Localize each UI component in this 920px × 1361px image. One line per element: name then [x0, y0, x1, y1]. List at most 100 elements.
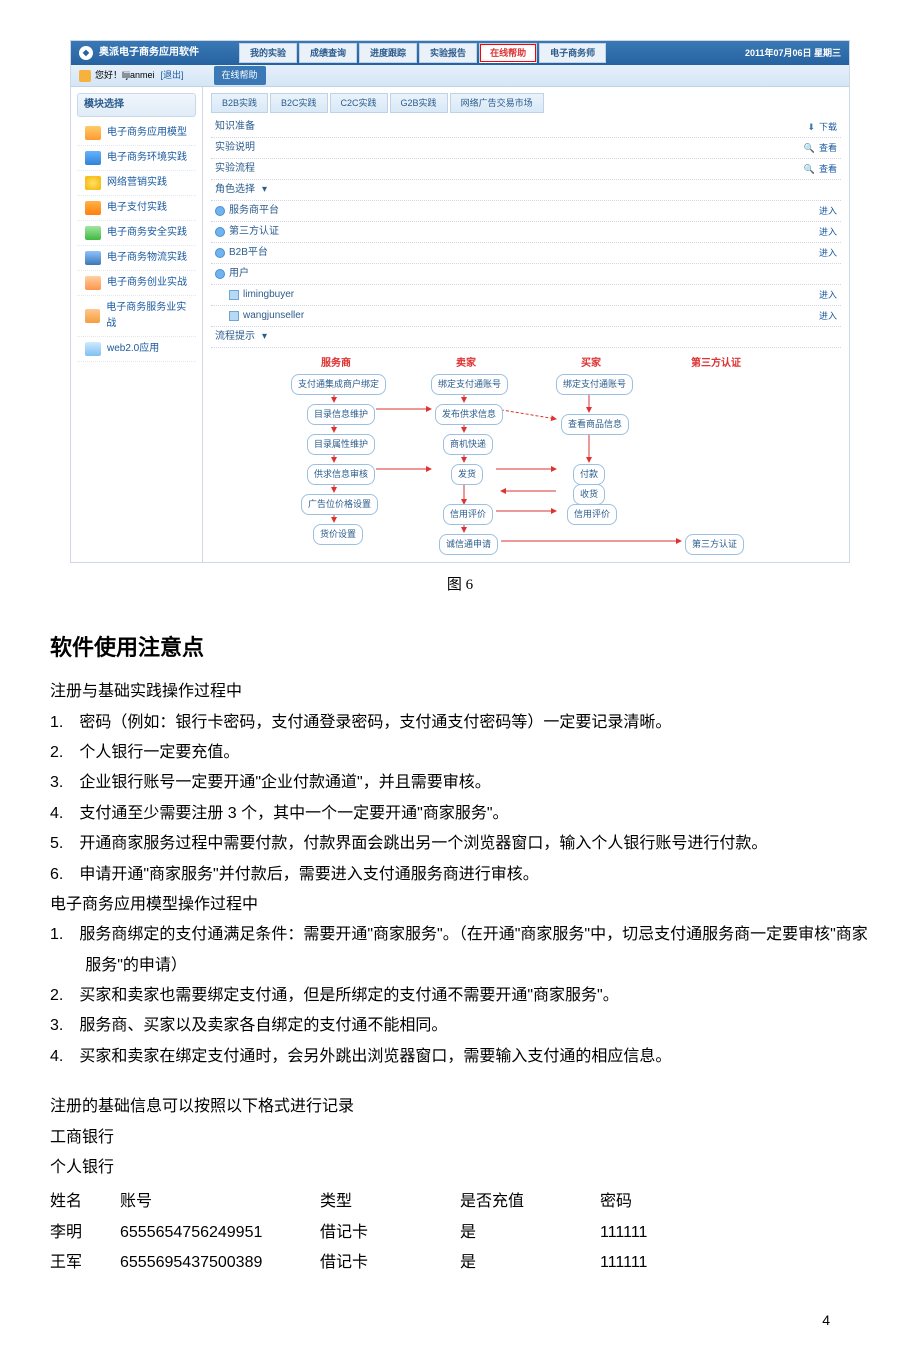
td: 借记卡 — [320, 1218, 460, 1248]
enter-link[interactable]: 进入 — [819, 288, 837, 302]
list-item: 4. 支付通至少需要注册 3 个，其中一个一定要开通"商家服务"。 — [50, 799, 870, 829]
app-header: ◆ 奥派电子商务应用软件 我的实验 成绩查询 进度跟踪 实验报告 在线帮助 电子… — [71, 41, 849, 65]
enter-link[interactable]: 进入 — [819, 246, 837, 260]
row-flow-hint[interactable]: 流程提示 — [211, 327, 841, 348]
fbox: 信用评价 — [443, 504, 493, 524]
panel-list: 知识准备 下载 实验说明 查看 实验流程 查看 角色选择 服务商平台 进入 — [211, 117, 841, 348]
subtab-admarket[interactable]: 网络广告交易市场 — [450, 93, 544, 113]
fbox: 绑定支付通账号 — [556, 374, 633, 394]
sidebar-item[interactable]: 电子商务创业实战 — [77, 271, 196, 296]
sidebar-item[interactable]: 电子商务环境实践 — [77, 146, 196, 171]
enter-link[interactable]: 进入 — [819, 309, 837, 323]
list-item: 1. 密码（例如：银行卡密码，支付通登录密码，支付通支付密码等）一定要记录清晰。 — [50, 708, 870, 738]
module-icon — [85, 151, 101, 165]
enter-link[interactable]: 进入 — [819, 204, 837, 218]
tab-report[interactable]: 实验报告 — [419, 43, 477, 63]
paragraph: 工商银行 — [50, 1123, 870, 1153]
fbox: 发布供求信息 — [435, 404, 503, 424]
person-icon — [229, 290, 239, 300]
sub-tabs: B2B实践 B2C实践 C2C实践 G2B实践 网络广告交易市场 — [211, 93, 841, 113]
subtab-c2c[interactable]: C2C实践 — [330, 93, 388, 113]
list-item: 1. 服务商绑定的支付通满足条件：需要开通"商家服务"。（在开通"商家服务"中，… — [50, 920, 870, 981]
row-user-buyer: limingbuyer 进入 — [211, 285, 841, 306]
tab-ecommerce-exam[interactable]: 电子商务师 — [539, 43, 606, 63]
fbox: 目录属性维护 — [307, 434, 375, 454]
node-icon — [215, 269, 225, 279]
sidebar-item[interactable]: 电子商务服务业实战 — [77, 296, 196, 337]
td: 6555654756249951 — [120, 1218, 320, 1248]
sidebar-item-label: 电子商务物流实践 — [107, 250, 187, 266]
subtab-b2c[interactable]: B2C实践 — [270, 93, 328, 113]
figure-caption: 图 6 — [50, 573, 870, 597]
table-head-row: 姓名 账号 类型 是否充值 密码 — [50, 1187, 870, 1217]
fbox: 查看商品信息 — [561, 414, 629, 434]
tab-my-exp[interactable]: 我的实验 — [239, 43, 297, 63]
list-item: 2. 买家和卖家也需要绑定支付通，但是所绑定的支付通不需要开通"商家服务"。 — [50, 981, 870, 1011]
node-icon — [215, 248, 225, 258]
tab-progress[interactable]: 进度跟踪 — [359, 43, 417, 63]
logout-link[interactable]: [退出] — [161, 68, 184, 82]
info-table: 姓名 账号 类型 是否充值 密码 李明6555654756249951借记卡是1… — [50, 1187, 870, 1278]
module-icon — [85, 342, 101, 356]
fbox: 第三方认证 — [685, 534, 744, 554]
td: 6555695437500389 — [120, 1248, 320, 1278]
module-icon — [85, 226, 101, 240]
main-panel: B2B实践 B2C实践 C2C实践 G2B实践 网络广告交易市场 知识准备 下载… — [203, 87, 849, 562]
td: 111111 — [600, 1218, 720, 1248]
tab-score[interactable]: 成绩查询 — [299, 43, 357, 63]
ordered-list: 1. 服务商绑定的支付通满足条件：需要开通"商家服务"。（在开通"商家服务"中，… — [50, 920, 870, 1072]
fbox: 广告位价格设置 — [301, 494, 378, 514]
sidebar: 模块选择 电子商务应用模型电子商务环境实践网络营销实践电子支付实践电子商务安全实… — [71, 87, 203, 562]
app-screenshot: ◆ 奥派电子商务应用软件 我的实验 成绩查询 进度跟踪 实验报告 在线帮助 电子… — [70, 40, 850, 563]
row-desc: 实验说明 查看 — [211, 138, 841, 159]
download-link[interactable]: 下载 — [807, 120, 837, 134]
module-icon — [85, 276, 101, 290]
list-item: 5. 开通商家服务过程中需要付款，付款界面会跳出另一个浏览器窗口，输入个人银行账… — [50, 829, 870, 859]
fbox: 发货 — [451, 464, 483, 484]
paragraph: 电子商务应用模型操作过程中 — [50, 890, 870, 920]
app-title: 奥派电子商务应用软件 — [99, 45, 199, 61]
sidebar-item[interactable]: 电子商务应用模型 — [77, 121, 196, 146]
subtab-g2b[interactable]: G2B实践 — [390, 93, 448, 113]
row-b2b-platform: B2B平台 进入 — [211, 243, 841, 264]
page-number: 4 — [50, 1309, 870, 1331]
fbox: 诚信通申请 — [439, 534, 498, 554]
sidebar-item-label: 电子商务环境实践 — [107, 150, 187, 166]
module-icon — [85, 126, 101, 140]
list-item: 2. 个人银行一定要充值。 — [50, 738, 870, 768]
row-flow: 实验流程 查看 — [211, 159, 841, 180]
fbox: 付款 — [573, 464, 605, 484]
app-logo-icon: ◆ — [79, 46, 93, 60]
fbox: 信用评价 — [567, 504, 617, 524]
node-icon — [215, 206, 225, 216]
sidebar-item[interactable]: web2.0应用 — [77, 337, 196, 362]
sidebar-item-label: 电子商务安全实践 — [107, 225, 187, 241]
view-link[interactable]: 查看 — [804, 141, 837, 155]
th: 姓名 — [50, 1187, 120, 1217]
view-link[interactable]: 查看 — [804, 162, 837, 176]
sidebar-title: 模块选择 — [77, 93, 196, 117]
flowchart: 服务商 卖家 买家 第三方认证 — [211, 356, 841, 556]
td: 王军 — [50, 1248, 120, 1278]
sidebar-item[interactable]: 电子商务物流实践 — [77, 246, 196, 271]
sidebar-item[interactable]: 电子商务安全实践 — [77, 221, 196, 246]
sidebar-item[interactable]: 电子支付实践 — [77, 196, 196, 221]
list-item: 4. 买家和卖家在绑定支付通时，会另外跳出浏览器窗口，需要输入支付通的相应信息。 — [50, 1042, 870, 1072]
td: 借记卡 — [320, 1248, 460, 1278]
subtab-b2b[interactable]: B2B实践 — [211, 93, 268, 113]
list-item: 3. 企业银行账号一定要开通"企业付款通道"，并且需要审核。 — [50, 768, 870, 798]
sidebar-item[interactable]: 网络营销实践 — [77, 171, 196, 196]
fbox: 货价设置 — [313, 524, 363, 544]
top-tabs: 我的实验 成绩查询 进度跟踪 实验报告 在线帮助 电子商务师 — [239, 43, 608, 63]
sidebar-item-label: 电子支付实践 — [107, 200, 167, 216]
sub-bar: 您好！lijianmei [退出] 在线帮助 — [71, 65, 849, 87]
enter-link[interactable]: 进入 — [819, 225, 837, 239]
row-role[interactable]: 角色选择 — [211, 180, 841, 201]
paragraph: 注册的基础信息可以按照以下格式进行记录 — [50, 1092, 870, 1122]
th: 账号 — [120, 1187, 320, 1217]
row-knowledge: 知识准备 下载 — [211, 117, 841, 138]
tab-online-help[interactable]: 在线帮助 — [479, 43, 537, 63]
td: 李明 — [50, 1218, 120, 1248]
paragraph: 个人银行 — [50, 1153, 870, 1183]
online-help-button[interactable]: 在线帮助 — [214, 66, 266, 84]
